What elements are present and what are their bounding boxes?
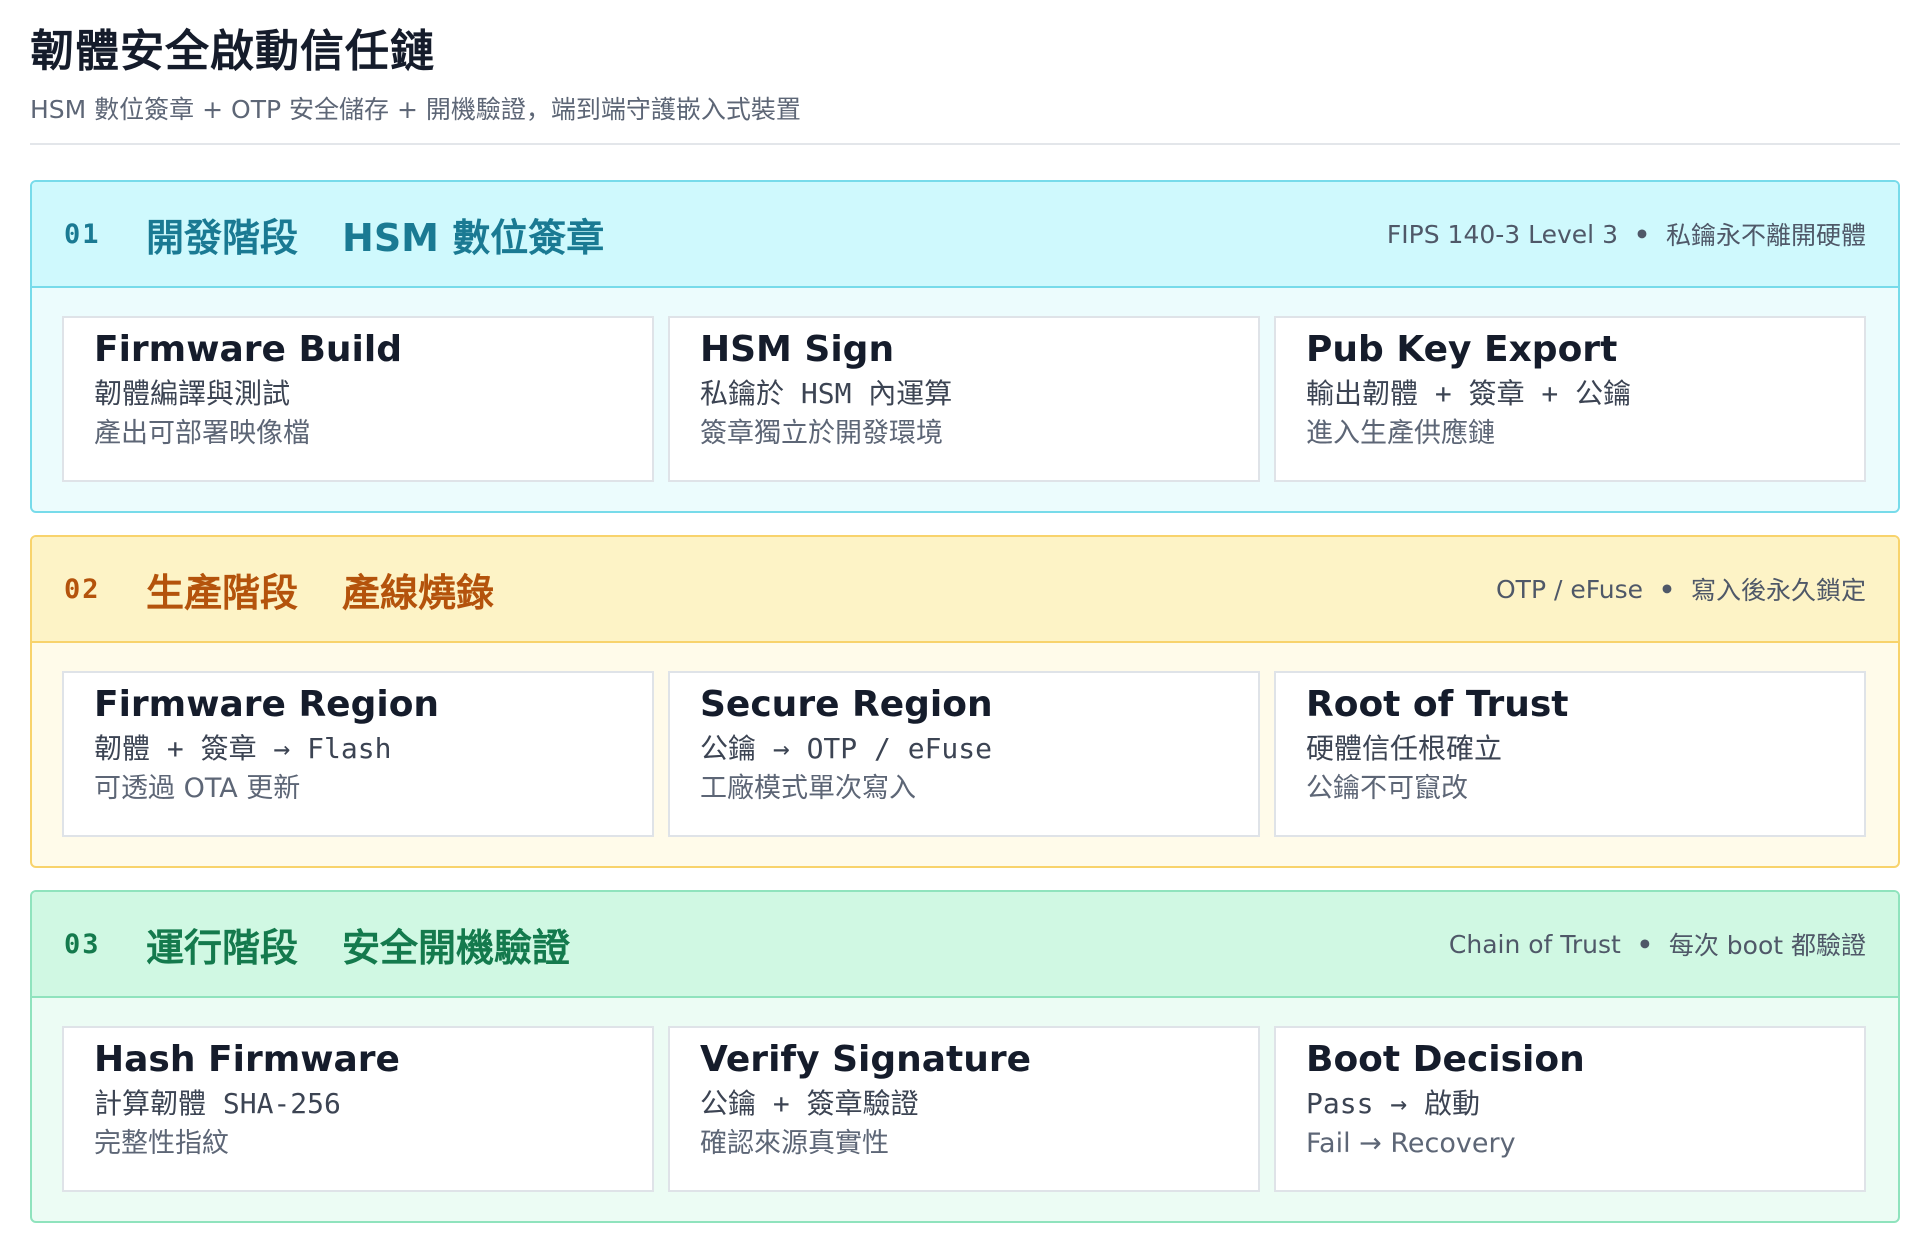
- stage-note-separator: •: [1659, 574, 1675, 604]
- step-card-title: Firmware Build: [94, 329, 402, 370]
- step-card-note: 進入生產供應鏈: [1306, 418, 1495, 449]
- stage-production: 02 生產階段 產線燒錄 OTP / eFuse • 寫入後永久鎖定 Firmw…: [30, 535, 1900, 868]
- step-card-note: 工廠模式單次寫入: [700, 773, 916, 804]
- stage-topic: HSM 數位簽章: [342, 215, 605, 260]
- stage-header: 03 運行階段 安全開機驗證 Chain of Trust • 每次 boot …: [32, 892, 1898, 998]
- stage-name: 運行階段: [146, 925, 299, 970]
- stage-note-primary: OTP / eFuse: [1496, 574, 1643, 604]
- step-card-note: 公鑰不可竄改: [1306, 773, 1468, 804]
- step-card-root-of-trust: Root of Trust 硬體信任根確立 公鑰不可竄改: [1274, 671, 1866, 837]
- page-subtitle: HSM 數位簽章 + OTP 安全儲存 + 開機驗證，端到端守護嵌入式裝置: [30, 95, 801, 124]
- step-card-note: 產出可部署映像檔: [94, 418, 310, 449]
- stage-note: FIPS 140-3 Level 3 • 私鑰永不離開硬體: [1387, 182, 1866, 286]
- step-card-title: Firmware Region: [94, 684, 440, 725]
- stage-note-primary: FIPS 140-3 Level 3: [1386, 219, 1618, 249]
- step-card-firmware-build: Firmware Build 韌體編譯與測試 產出可部署映像檔: [62, 316, 654, 482]
- step-card-title: Boot Decision: [1306, 1039, 1585, 1080]
- step-card-detail: 韌體 + 簽章 → Flash: [94, 732, 392, 765]
- stage-note-secondary: 寫入後永久鎖定: [1690, 576, 1866, 605]
- step-card-verify-signature: Verify Signature 公鑰 + 簽章驗證 確認來源真實性: [668, 1026, 1260, 1192]
- step-card-detail: 輸出韌體 + 簽章 + 公鑰: [1306, 377, 1632, 410]
- step-card-title: Verify Signature: [700, 1039, 1032, 1080]
- stage-header: 01 開發階段 HSM 數位簽章 FIPS 140-3 Level 3 • 私鑰…: [32, 182, 1898, 288]
- step-card-note: 確認來源真實性: [700, 1128, 889, 1159]
- step-card-firmware-region: Firmware Region 韌體 + 簽章 → Flash 可透過 OTA …: [62, 671, 654, 837]
- step-card-detail: Pass → 啟動: [1306, 1087, 1481, 1120]
- step-card-title: Hash Firmware: [94, 1039, 400, 1080]
- header-divider: [30, 143, 1900, 145]
- stage-topic: 安全開機驗證: [342, 925, 571, 970]
- page-title: 韌體安全啟動信任鏈: [30, 26, 435, 77]
- stage-note-secondary: 私鑰永不離開硬體: [1665, 221, 1866, 250]
- step-card-secure-region: Secure Region 公鑰 → OTP / eFuse 工廠模式單次寫入: [668, 671, 1260, 837]
- step-card-title: Root of Trust: [1306, 684, 1569, 725]
- page-header: 韌體安全啟動信任鏈 HSM 數位簽章 + OTP 安全儲存 + 開機驗證，端到端…: [30, 22, 1900, 126]
- stage-note-primary: Chain of Trust: [1448, 929, 1621, 959]
- step-card-note: 簽章獨立於開發環境: [700, 418, 943, 449]
- stage-topic: 產線燒錄: [342, 570, 495, 615]
- stage-note-separator: •: [1636, 929, 1653, 959]
- stage-note-secondary: 每次 boot 都驗證: [1668, 931, 1866, 960]
- stage-note-separator: •: [1634, 219, 1650, 249]
- stage-runtime: 03 運行階段 安全開機驗證 Chain of Trust • 每次 boot …: [30, 890, 1900, 1223]
- step-card-boot-decision: Boot Decision Pass → 啟動 Fail → Recovery: [1274, 1026, 1866, 1192]
- step-card-title: HSM Sign: [700, 329, 895, 370]
- step-card-hash-firmware: Hash Firmware 計算韌體 SHA-256 完整性指紋: [62, 1026, 654, 1192]
- step-card-detail: 公鑰 → OTP / eFuse: [700, 732, 993, 765]
- step-card-pub-key-export: Pub Key Export 輸出韌體 + 簽章 + 公鑰 進入生產供應鏈: [1274, 316, 1866, 482]
- step-card-detail: 私鑰於 HSM 內運算: [700, 377, 953, 410]
- step-card-note: Fail → Recovery: [1306, 1128, 1516, 1159]
- stage-header: 02 生產階段 產線燒錄 OTP / eFuse • 寫入後永久鎖定: [32, 537, 1898, 643]
- stage-number: 02: [64, 573, 101, 605]
- step-card-detail: 硬體信任根確立: [1306, 732, 1503, 765]
- stage-number: 03: [64, 928, 101, 960]
- step-card-note: 可透過 OTA 更新: [94, 773, 301, 804]
- step-card-detail: 韌體編譯與測試: [94, 377, 291, 410]
- step-card-row: Firmware Build 韌體編譯與測試 產出可部署映像檔 HSM Sign…: [32, 288, 1898, 482]
- stage-name: 生產階段: [146, 570, 299, 615]
- step-card-title: Pub Key Export: [1306, 329, 1618, 370]
- step-card-row: Hash Firmware 計算韌體 SHA-256 完整性指紋 Verify …: [32, 998, 1898, 1192]
- step-card-note: 完整性指紋: [94, 1128, 229, 1159]
- step-card-hsm-sign: HSM Sign 私鑰於 HSM 內運算 簽章獨立於開發環境: [668, 316, 1260, 482]
- stage-number: 01: [64, 218, 101, 250]
- step-card-detail: 公鑰 + 簽章驗證: [700, 1087, 919, 1120]
- stage-name: 開發階段: [146, 215, 299, 260]
- step-card-row: Firmware Region 韌體 + 簽章 → Flash 可透過 OTA …: [32, 643, 1898, 837]
- step-card-title: Secure Region: [700, 684, 993, 725]
- step-card-detail: 計算韌體 SHA-256: [94, 1087, 341, 1120]
- stage-note: Chain of Trust • 每次 boot 都驗證: [1449, 892, 1866, 996]
- stage-development: 01 開發階段 HSM 數位簽章 FIPS 140-3 Level 3 • 私鑰…: [30, 180, 1900, 513]
- stage-note: OTP / eFuse • 寫入後永久鎖定: [1496, 537, 1866, 641]
